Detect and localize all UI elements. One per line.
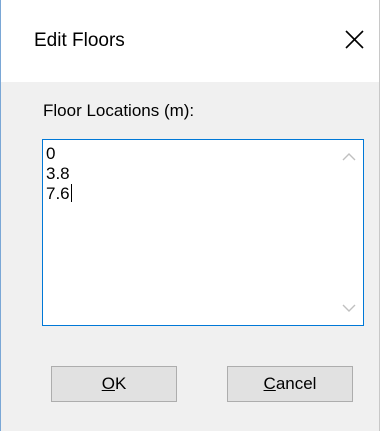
floor-locations-textarea[interactable]: 0 3.8 7.6 <box>42 139 364 326</box>
vertical-scrollbar[interactable] <box>335 140 363 325</box>
chevron-down-icon <box>342 304 356 312</box>
ok-button[interactable]: OK <box>51 366 177 402</box>
floor-location-line: 0 <box>46 144 56 163</box>
text-caret <box>70 184 72 202</box>
textarea-content[interactable]: 0 3.8 7.6 <box>46 144 333 321</box>
edit-floors-dialog: Edit Floors Floor Locations (m): 0 3.8 7… <box>0 0 380 431</box>
floor-location-line: 7.6 <box>46 184 333 204</box>
floor-location-text: 7.6 <box>46 184 70 203</box>
cancel-mnemonic: C <box>263 374 276 393</box>
close-icon <box>345 30 364 49</box>
ok-label-rest: K <box>114 374 127 393</box>
scroll-up-button[interactable] <box>335 144 363 170</box>
chevron-up-icon <box>342 153 356 161</box>
scroll-down-button[interactable] <box>335 295 363 321</box>
ok-mnemonic: O <box>101 374 115 393</box>
dialog-title: Edit Floors <box>34 30 125 51</box>
title-bar: Edit Floors <box>1 0 379 82</box>
floor-locations-label: Floor Locations (m): <box>43 101 195 120</box>
cancel-label-rest: ancel <box>275 374 317 393</box>
floor-location-line: 3.8 <box>46 164 70 183</box>
cancel-button[interactable]: Cancel <box>227 366 353 402</box>
close-button[interactable] <box>336 22 372 58</box>
